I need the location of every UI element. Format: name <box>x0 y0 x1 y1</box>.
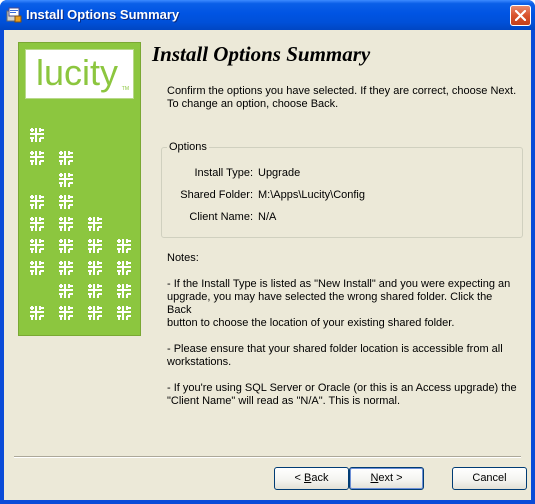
note-3-line-1: - If you're using SQL Server or Oracle (… <box>167 382 517 394</box>
window-title: Install Options Summary <box>26 7 180 22</box>
installer-window: Install Options Summary lucity TM Instal… <box>0 0 535 504</box>
intro-line-1: Confirm the options you have selected. I… <box>167 85 517 97</box>
client-name-value: N/A <box>258 211 277 223</box>
installer-icon <box>6 7 22 23</box>
close-button[interactable] <box>510 5 531 26</box>
dialog-body: lucity TM Install Options Summary Confir… <box>4 30 531 500</box>
note-1-line-2: upgrade, you may have selected the wrong… <box>167 291 493 316</box>
next-label: ext > <box>378 472 403 484</box>
lucity-logo-panel: lucity TM <box>18 42 141 336</box>
note-1-line-3: button to choose the location of your ex… <box>167 317 455 329</box>
next-button[interactable]: Next > <box>349 467 424 490</box>
client-name-label: Client Name: <box>189 211 253 223</box>
intro-text: Confirm the options you have selected. I… <box>167 85 517 111</box>
footer-divider <box>14 456 521 458</box>
back-button[interactable]: < Back <box>274 467 349 490</box>
install-type-value: Upgrade <box>258 167 301 179</box>
note-1-line-1: - If the Install Type is listed as "New … <box>167 278 511 290</box>
cancel-button[interactable]: Cancel <box>452 467 527 490</box>
intro-line-2: To change an option, choose Back. <box>167 98 339 110</box>
note-3-line-2: "Client Name" will read as "N/A". This i… <box>167 395 401 407</box>
shared-folder-label: Shared Folder: <box>180 189 253 201</box>
page-heading: Install Options Summary <box>152 42 371 66</box>
options-legend: Options <box>167 141 209 153</box>
notes-title: Notes: <box>167 252 199 264</box>
install-type-label: Install Type: <box>194 167 254 179</box>
note-client-name: - If you're using SQL Server or Oracle (… <box>167 382 519 408</box>
shared-folder-value: M:\Apps\Lucity\Config <box>258 189 365 201</box>
note-wrong-folder: - If the Install Type is listed as "New … <box>167 278 519 330</box>
note-2-line-1: - Please ensure that your shared folder … <box>167 343 503 355</box>
cross-pattern-decoration <box>29 127 132 321</box>
back-label: ack <box>311 472 329 484</box>
close-icon <box>515 10 526 21</box>
notes-section: Notes: - If the Install Type is listed a… <box>167 252 519 421</box>
note-accessibility: - Please ensure that your shared folder … <box>167 343 519 369</box>
title-bar[interactable]: Install Options Summary <box>0 0 535 30</box>
note-2-line-2: workstations. <box>167 356 232 368</box>
back-prefix: < <box>294 472 304 484</box>
